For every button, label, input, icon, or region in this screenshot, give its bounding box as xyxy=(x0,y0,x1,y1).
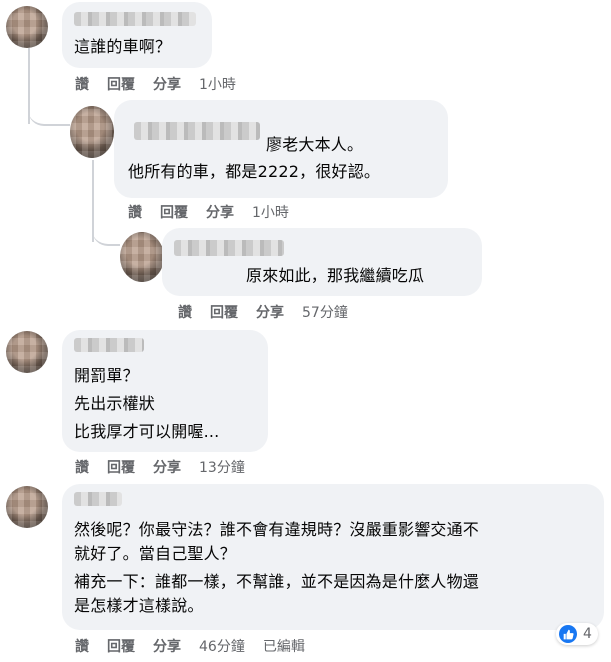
comment-bubble: 這誰的車啊？ xyxy=(62,2,212,68)
reply-button[interactable]: 回覆 xyxy=(160,202,188,222)
comment-actions: 讚 回覆 分享 57分鐘 xyxy=(178,302,348,322)
comment-actions: 讚 回覆 分享 46分鐘 已編輯 xyxy=(75,636,305,656)
reaction-count: 4 xyxy=(583,626,592,642)
author-name[interactable] xyxy=(74,492,122,506)
thread-connector-2 xyxy=(92,212,120,246)
comment-text: 開罰單？ xyxy=(74,366,139,385)
timestamp[interactable]: 46分鐘 xyxy=(199,636,245,656)
reply-button[interactable]: 回覆 xyxy=(107,74,135,94)
comment-text: 廖老大本人。 xyxy=(266,135,364,154)
like-button[interactable]: 讚 xyxy=(75,636,89,656)
avatar[interactable] xyxy=(6,486,48,528)
comment-actions: 讚 回覆 分享 13分鐘 xyxy=(75,457,245,477)
reply-button[interactable]: 回覆 xyxy=(107,457,135,477)
author-name[interactable] xyxy=(74,338,144,352)
comment-text: 補充一下：誰都一樣，不幫誰，並不是因為是什麼人物還 xyxy=(74,572,480,591)
timestamp[interactable]: 1小時 xyxy=(252,202,289,222)
share-button[interactable]: 分享 xyxy=(153,74,181,94)
comment-text: 比我厚才可以開喔... xyxy=(74,422,220,441)
comment-bubble: 原來如此，那我繼續吃瓜 xyxy=(162,228,482,296)
reply-button[interactable]: 回覆 xyxy=(107,636,135,656)
avatar[interactable] xyxy=(70,106,114,158)
thread-connector-1 xyxy=(28,90,70,126)
like-button[interactable]: 讚 xyxy=(178,302,192,322)
comment-text: 是怎樣才這樣說。 xyxy=(74,596,204,615)
author-name[interactable] xyxy=(134,122,260,140)
comment-text: 就好了。當自己聖人？ xyxy=(74,544,237,563)
like-button[interactable]: 讚 xyxy=(75,457,89,477)
share-button[interactable]: 分享 xyxy=(153,636,181,656)
author-name[interactable] xyxy=(74,12,196,26)
avatar[interactable] xyxy=(6,331,48,373)
like-button[interactable]: 讚 xyxy=(75,74,89,94)
timestamp[interactable]: 1小時 xyxy=(199,74,236,94)
avatar[interactable] xyxy=(120,232,164,282)
comment-text: 然後呢？你最守法？誰不會有違規時？沒嚴重影響交通不 xyxy=(74,520,480,539)
share-button[interactable]: 分享 xyxy=(256,302,284,322)
thumbs-up-icon xyxy=(559,625,577,643)
reply-button[interactable]: 回覆 xyxy=(210,302,238,322)
comment-text: 先出示權狀 xyxy=(74,394,156,413)
comment-actions: 讚 回覆 分享 1小時 xyxy=(128,202,289,222)
comment-bubble: 開罰單？ 先出示權狀 比我厚才可以開喔... xyxy=(62,330,268,452)
comment-text: 這誰的車啊？ xyxy=(74,37,172,56)
share-button[interactable]: 分享 xyxy=(153,457,181,477)
share-button[interactable]: 分享 xyxy=(206,202,234,222)
comment-text: 原來如此，那我繼續吃瓜 xyxy=(246,266,425,285)
avatar[interactable] xyxy=(6,6,48,48)
author-name[interactable] xyxy=(174,240,284,256)
comment-bubble: 廖老大本人。 他所有的車，都是2222，很好認。 xyxy=(114,100,448,198)
timestamp[interactable]: 13分鐘 xyxy=(199,457,245,477)
comment-text: 他所有的車，都是2222，很好認。 xyxy=(128,162,381,181)
like-button[interactable]: 讚 xyxy=(128,202,142,222)
comment-actions: 讚 回覆 分享 1小時 xyxy=(75,74,236,94)
timestamp[interactable]: 57分鐘 xyxy=(302,302,348,322)
edited-label[interactable]: 已編輯 xyxy=(263,636,305,656)
comment-bubble: 然後呢？你最守法？誰不會有違規時？沒嚴重影響交通不 就好了。當自己聖人？ 補充一… xyxy=(62,484,604,630)
reaction-badge[interactable]: 4 xyxy=(556,623,598,645)
